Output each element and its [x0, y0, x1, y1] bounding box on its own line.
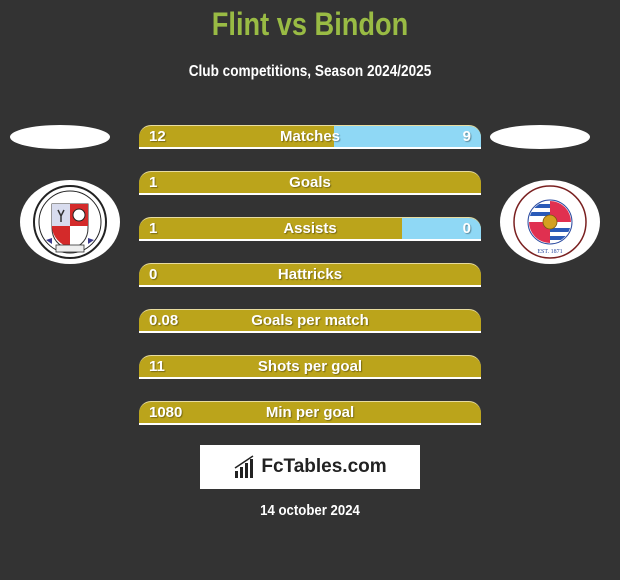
- reading-crest-icon: EST. 1871: [513, 185, 587, 259]
- stat-row-assists: 1 Assists 0: [139, 217, 481, 241]
- page-subtitle: Club competitions, Season 2024/2025: [188, 63, 432, 80]
- stat-label: Assists: [283, 220, 337, 237]
- stat-label: Goals per match: [251, 312, 369, 329]
- fctables-brand[interactable]: FcTables.com: [200, 445, 420, 489]
- stat-row-goals-per-match: 0.08 Goals per match: [139, 309, 481, 333]
- match-date: 14 october 2024: [260, 502, 360, 519]
- left-team-oval: [10, 125, 110, 149]
- stat-row-goals: 1 Goals: [139, 171, 481, 195]
- stat-label: Matches: [279, 128, 341, 145]
- stat-row-hattricks: 0 Hattricks: [139, 263, 481, 287]
- page-title: Flint vs Bindon: [211, 6, 409, 42]
- svg-text:EST. 1871: EST. 1871: [537, 249, 562, 255]
- crawley-crest-icon: [33, 185, 107, 259]
- stat-row-shots-per-goal: 11 Shots per goal: [139, 355, 481, 379]
- stat-label: Hattricks: [277, 266, 343, 283]
- left-team-crest[interactable]: [20, 180, 120, 264]
- stat-row-min-per-goal: 1080 Min per goal: [139, 401, 481, 425]
- brand-text: FcTables.com: [261, 456, 387, 477]
- right-team-oval: [490, 125, 590, 149]
- right-value: 0: [462, 220, 471, 237]
- right-team-crest[interactable]: EST. 1871: [500, 180, 600, 264]
- stat-label: Min per goal: [265, 404, 355, 421]
- bar-chart-icon: [234, 455, 254, 478]
- stat-label: Goals: [289, 174, 331, 191]
- stat-row-matches: 12 Matches 9: [139, 125, 481, 149]
- stat-label: Shots per goal: [257, 358, 363, 375]
- right-value: 9: [462, 128, 471, 145]
